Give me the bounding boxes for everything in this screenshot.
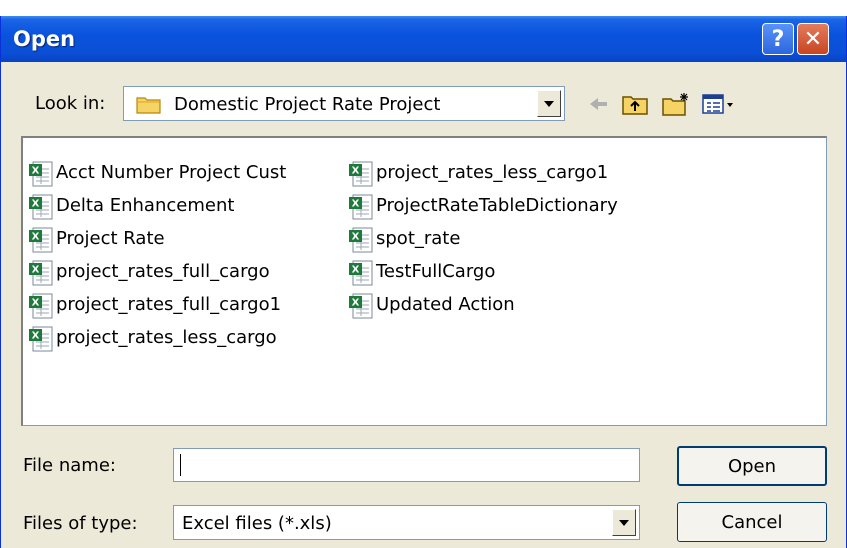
help-button[interactable]: ? — [762, 23, 794, 55]
file-name: Updated Action — [376, 294, 515, 315]
list-item[interactable]: X ProjectRateTableDictionary — [348, 193, 618, 226]
chevron-down-icon[interactable] — [537, 90, 561, 117]
excel-file-icon: X — [29, 227, 53, 253]
excel-file-icon: X — [29, 326, 53, 352]
svg-text:X: X — [32, 298, 40, 309]
svg-text:X: X — [352, 232, 360, 243]
svg-text:X: X — [32, 331, 40, 342]
excel-file-icon: X — [349, 161, 373, 187]
file-name: project_rates_full_cargo — [56, 261, 270, 282]
look-in-value: Domestic Project Rate Project — [174, 94, 441, 115]
list-item[interactable]: X Delta Enhancement — [28, 193, 286, 226]
look-in-dropdown[interactable]: Domestic Project Rate Project — [123, 86, 565, 121]
list-item[interactable]: X TestFullCargo — [348, 259, 618, 292]
file-name: project_rates_less_cargo — [56, 327, 277, 348]
chevron-down-icon[interactable] — [612, 509, 636, 536]
files-of-type-value: Excel files (*.xls) — [182, 513, 332, 534]
svg-text:X: X — [32, 166, 40, 177]
list-item[interactable]: X Project Rate — [28, 226, 286, 259]
svg-text:X: X — [32, 232, 40, 243]
help-icon: ? — [771, 26, 785, 52]
svg-text:X: X — [32, 199, 40, 210]
file-name: Acct Number Project Cust — [56, 162, 287, 183]
title-bar[interactable]: Open ? ✕ — [1, 16, 846, 62]
back-arrow-icon[interactable] — [586, 91, 610, 117]
excel-file-icon: X — [349, 260, 373, 286]
file-name-input[interactable] — [173, 448, 640, 482]
file-column-2: X project_rates_less_cargo1 X ProjectRat… — [348, 160, 618, 325]
list-item[interactable]: X project_rates_less_cargo1 — [348, 160, 618, 193]
file-name-label: File name: — [23, 455, 116, 476]
list-item[interactable]: X project_rates_full_cargo1 — [28, 292, 286, 325]
look-in-label: Look in: — [35, 93, 106, 114]
excel-file-icon: X — [29, 260, 53, 286]
open-dialog: Open ? ✕ Look in: Domestic Project Rate … — [0, 16, 847, 548]
files-of-type-dropdown[interactable]: Excel files (*.xls) — [173, 505, 640, 540]
dialog-title: Open — [13, 27, 76, 51]
excel-file-icon: X — [349, 194, 373, 220]
close-icon: ✕ — [803, 26, 823, 52]
svg-text:X: X — [352, 199, 360, 210]
file-list[interactable]: X Acct Number Project Cust X Delta Enhan… — [21, 136, 827, 426]
file-name: Delta Enhancement — [56, 195, 235, 216]
excel-file-icon: X — [349, 227, 373, 253]
excel-file-icon: X — [29, 293, 53, 319]
open-button[interactable]: Open — [677, 446, 827, 486]
file-name: TestFullCargo — [376, 261, 496, 282]
svg-text:X: X — [352, 298, 360, 309]
file-name: ProjectRateTableDictionary — [376, 195, 618, 216]
file-name: project_rates_less_cargo1 — [376, 162, 609, 183]
list-item[interactable]: X Updated Action — [348, 292, 618, 325]
svg-text:X: X — [352, 265, 360, 276]
excel-file-icon: X — [29, 194, 53, 220]
views-menu-icon[interactable] — [701, 91, 735, 117]
excel-file-icon: X — [349, 293, 373, 319]
svg-text:X: X — [32, 265, 40, 276]
list-item[interactable]: X project_rates_less_cargo — [28, 325, 286, 358]
file-name: Project Rate — [56, 228, 165, 249]
excel-file-icon: X — [29, 161, 53, 187]
text-caret — [180, 454, 181, 476]
cancel-button[interactable]: Cancel — [677, 502, 827, 542]
new-folder-icon[interactable] — [661, 91, 691, 117]
file-name: spot_rate — [376, 228, 461, 249]
list-item[interactable]: X Acct Number Project Cust — [28, 160, 286, 193]
file-name: project_rates_full_cargo1 — [56, 294, 282, 315]
list-item[interactable]: X spot_rate — [348, 226, 618, 259]
folder-icon — [136, 97, 161, 114]
list-item[interactable]: X project_rates_full_cargo — [28, 259, 286, 292]
files-of-type-label: Files of type: — [23, 513, 138, 534]
file-column-1: X Acct Number Project Cust X Delta Enhan… — [28, 160, 286, 358]
partial-background-text — [0, 0, 847, 16]
up-folder-icon[interactable] — [621, 91, 649, 117]
svg-text:X: X — [352, 166, 360, 177]
close-button[interactable]: ✕ — [797, 23, 829, 55]
